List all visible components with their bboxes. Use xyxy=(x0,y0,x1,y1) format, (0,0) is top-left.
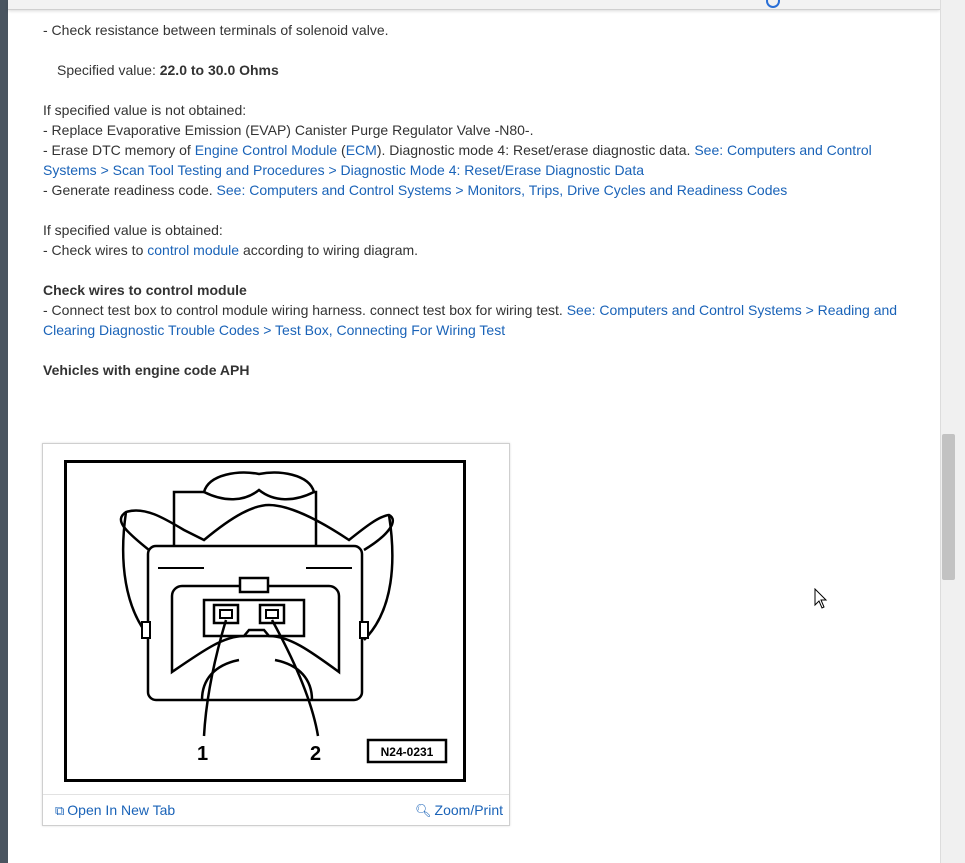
pin-2-label: 2 xyxy=(310,743,321,765)
connector-diagram-figure: 1 2 N24-0231 ⧉ Open In New Tab 🔍︎ Zoom/Pri… xyxy=(42,443,510,826)
open-in-new-tab-label: Open In New Tab xyxy=(67,802,176,818)
figure-code: N24-0231 xyxy=(381,745,434,759)
open-in-new-tab-icon: ⧉ xyxy=(55,803,65,818)
scrollbar-thumb[interactable] xyxy=(942,434,955,580)
not-obtained-heading: If specified value is not obtained: xyxy=(43,102,247,118)
spec-label: Specified value: xyxy=(57,62,160,78)
zoom-print-button[interactable]: 🔍︎ Zoom/Print xyxy=(415,802,503,819)
step-erase-dtc: - Erase DTC memory of Engine Control Mod… xyxy=(43,140,923,180)
step-connect-test-box: - Connect test box to control module wir… xyxy=(43,300,923,340)
window-left-edge xyxy=(0,0,8,863)
connect-text: - Connect test box to control module wir… xyxy=(43,302,567,318)
heading-vehicles-aph: Vehicles with engine code APH xyxy=(43,362,250,378)
generate-text: - Generate readiness code. xyxy=(43,182,217,198)
erase-text-b: ). Diagnostic mode 4: Reset/erase diagno… xyxy=(376,142,695,158)
mouse-cursor-icon xyxy=(814,588,828,609)
help-circle-icon[interactable] xyxy=(766,0,780,8)
figure-footer: ⧉ Open In New Tab 🔍︎ Zoom/Print xyxy=(43,794,509,825)
top-toolbar xyxy=(8,0,940,10)
readiness-codes-link[interactable]: See: Computers and Control Systems > Mon… xyxy=(217,182,788,198)
pin-1-label: 1 xyxy=(197,743,208,765)
procedure-content: - Check resistance between terminals of … xyxy=(43,20,923,380)
step-check-resistance: - Check resistance between terminals of … xyxy=(43,22,389,38)
scrollbar-track[interactable] xyxy=(940,0,965,863)
control-module-link[interactable]: control module xyxy=(147,242,239,258)
specified-value: Specified value: 22.0 to 30.0 Ohms xyxy=(43,60,923,80)
step-replace-valve: - Replace Evaporative Emission (EVAP) Ca… xyxy=(43,122,534,138)
paren-text: ( xyxy=(337,142,346,158)
spec-value: 22.0 to 30.0 Ohms xyxy=(159,62,279,78)
ecm-abbr-link[interactable]: ECM xyxy=(346,142,377,158)
heading-check-wires: Check wires to control module xyxy=(43,282,247,298)
step-generate-readiness: - Generate readiness code. See: Computer… xyxy=(43,180,923,200)
zoom-print-label: Zoom/Print xyxy=(434,802,503,818)
erase-text: - Erase DTC memory of xyxy=(43,142,195,158)
step-check-wires: - Check wires to control module accordin… xyxy=(43,240,923,260)
ecm-link[interactable]: Engine Control Module xyxy=(195,142,337,158)
check-text-b: according to wiring diagram. xyxy=(239,242,419,258)
obtained-heading: If specified value is obtained: xyxy=(43,222,223,238)
open-in-new-tab-button[interactable]: ⧉ Open In New Tab xyxy=(55,802,175,819)
connector-diagram: 1 2 N24-0231 xyxy=(64,460,466,782)
magnifier-plus-icon: 🔍︎ xyxy=(415,803,432,818)
check-text: - Check wires to xyxy=(43,242,148,258)
